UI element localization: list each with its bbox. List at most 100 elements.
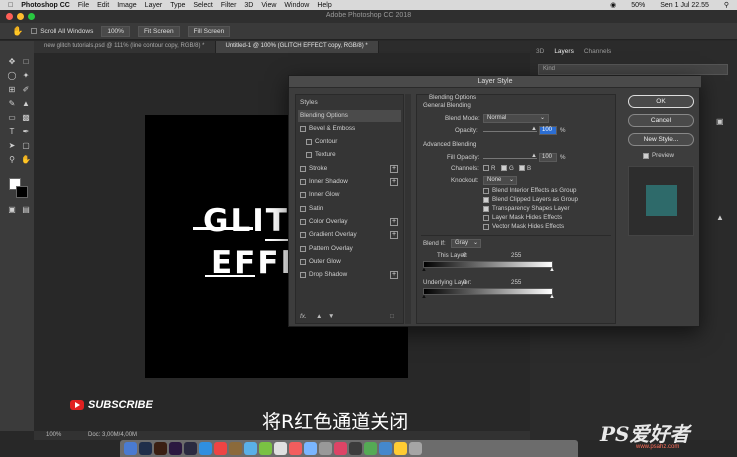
vector-mask-hides-checkbox[interactable] bbox=[483, 224, 489, 230]
wifi-icon[interactable]: ◉ bbox=[610, 1, 616, 9]
menu-window[interactable]: Window bbox=[284, 2, 309, 9]
blend-interior-checkbox[interactable] bbox=[483, 188, 489, 194]
fit-screen-button[interactable]: Fit Screen bbox=[137, 25, 180, 37]
channel-r-checkbox[interactable] bbox=[483, 165, 489, 171]
fx-contour[interactable]: Contour bbox=[298, 136, 401, 148]
menu-filter[interactable]: Filter bbox=[221, 2, 237, 9]
search-icon[interactable]: ⚲ bbox=[724, 1, 729, 9]
lasso-tool-icon[interactable]: ◯ bbox=[6, 71, 18, 81]
after-effects-icon[interactable] bbox=[184, 442, 197, 455]
menu-3d[interactable]: 3D bbox=[244, 2, 253, 9]
fx-gradient-overlay[interactable]: Gradient Overlay + bbox=[298, 229, 401, 241]
stickies-icon[interactable] bbox=[394, 442, 407, 455]
fx-inner-glow[interactable]: Inner Glow bbox=[298, 189, 401, 201]
menu-help[interactable]: Help bbox=[317, 2, 331, 9]
zoom-level[interactable]: 100% bbox=[46, 432, 61, 438]
path-select-icon[interactable]: ➤ bbox=[6, 141, 18, 151]
app-store-icon[interactable] bbox=[304, 442, 317, 455]
knockout-select[interactable]: None ⌄ bbox=[483, 176, 517, 185]
safari-icon[interactable] bbox=[199, 442, 212, 455]
transparency-shapes-checkbox[interactable] bbox=[483, 206, 489, 212]
maps-icon[interactable] bbox=[379, 442, 392, 455]
tab-glitch-tutorials[interactable]: new glitch tutorials.psd @ 111% (line co… bbox=[34, 41, 216, 53]
illustrator-icon[interactable] bbox=[154, 442, 167, 455]
shape-tool-icon[interactable]: ▢ bbox=[20, 141, 32, 151]
fx-drop-shadow[interactable]: Drop Shadow + bbox=[298, 269, 401, 281]
music-icon[interactable] bbox=[289, 442, 302, 455]
zoom-tool-icon[interactable]: ⚲ bbox=[6, 155, 18, 165]
fx-bevel-emboss[interactable]: Bevel & Emboss bbox=[298, 123, 401, 135]
finder-icon[interactable] bbox=[124, 442, 137, 455]
calendar-icon[interactable] bbox=[274, 442, 287, 455]
subscribe-badge[interactable]: SUBSCRIBE bbox=[70, 399, 153, 411]
facetime-icon[interactable] bbox=[364, 442, 377, 455]
magic-wand-icon[interactable]: ✦ bbox=[20, 71, 32, 81]
layer-mask-hides-checkbox[interactable] bbox=[483, 215, 489, 221]
menu-image[interactable]: Image bbox=[117, 2, 136, 9]
underlying-black-thumb[interactable]: ▲ bbox=[421, 294, 427, 300]
cancel-button[interactable]: Cancel bbox=[628, 114, 694, 127]
new-style-button[interactable]: New Style... bbox=[628, 133, 694, 146]
lock-icon[interactable]: ▲ bbox=[716, 213, 724, 222]
styles-header[interactable]: Styles bbox=[300, 99, 318, 106]
type-tool-icon[interactable]: T bbox=[6, 127, 18, 137]
clock[interactable]: Sen 1 Jul 22.55 bbox=[660, 2, 709, 9]
fill-opacity-input[interactable]: 100 bbox=[539, 153, 557, 162]
fill-opacity-thumb[interactable]: ▲ bbox=[531, 153, 537, 159]
tab-untitled-1[interactable]: Untitled-1 @ 100% (GLITCH EFFECT copy, R… bbox=[215, 41, 379, 53]
fill-opacity-slider[interactable] bbox=[483, 158, 537, 159]
pen-tool-icon[interactable]: ✒ bbox=[20, 127, 32, 137]
premiere-icon[interactable] bbox=[169, 442, 182, 455]
layer-filter-field[interactable]: Kind bbox=[538, 64, 728, 75]
photoshop-icon[interactable] bbox=[139, 442, 152, 455]
opacity-slider[interactable] bbox=[483, 131, 537, 132]
ok-button[interactable]: OK bbox=[628, 95, 694, 108]
menu-edit[interactable]: Edit bbox=[97, 2, 109, 9]
fx-pattern-overlay[interactable]: Pattern Overlay bbox=[298, 243, 401, 255]
stamp-tool-icon[interactable]: ▲ bbox=[20, 99, 32, 109]
hand-tool-icon[interactable]: ✋ bbox=[20, 155, 32, 165]
styles-scrollbar[interactable] bbox=[405, 94, 411, 324]
opacity-input[interactable]: 100 bbox=[539, 126, 557, 135]
fx-outer-glow[interactable]: Outer Glow bbox=[298, 256, 401, 268]
trash-icon[interactable] bbox=[409, 442, 422, 455]
opacity-slider-thumb[interactable]: ▲ bbox=[531, 126, 537, 132]
this-layer-white-thumb[interactable]: ▲ bbox=[549, 267, 555, 273]
blend-mode-select[interactable]: Normal ⌄ bbox=[483, 114, 549, 123]
move-up-icon[interactable]: ▲ bbox=[316, 313, 322, 320]
app-menu[interactable]: Photoshop CC bbox=[21, 2, 70, 9]
fx-menu-button[interactable]: fx. bbox=[300, 313, 307, 320]
this-layer-gradient[interactable] bbox=[423, 261, 553, 268]
move-down-icon[interactable]: ▼ bbox=[328, 313, 334, 320]
menu-view[interactable]: View bbox=[261, 2, 276, 9]
battery-percent[interactable]: 50% bbox=[631, 2, 645, 9]
notes-icon[interactable] bbox=[229, 442, 242, 455]
apple-icon[interactable]:  bbox=[8, 2, 13, 9]
crop-tool-icon[interactable]: ⊞ bbox=[6, 85, 18, 95]
underlying-gradient[interactable] bbox=[423, 288, 553, 295]
background-color-swatch[interactable] bbox=[16, 186, 28, 198]
layer-side-icon[interactable]: ▣ bbox=[716, 117, 724, 126]
blend-clipped-checkbox[interactable] bbox=[483, 197, 489, 203]
menu-type[interactable]: Type bbox=[170, 2, 185, 9]
fx-texture[interactable]: Texture bbox=[298, 149, 401, 161]
screen-mode-icon[interactable]: ▤ bbox=[20, 205, 32, 215]
menu-layer[interactable]: Layer bbox=[145, 2, 163, 9]
chrome-icon[interactable] bbox=[214, 442, 227, 455]
eyedropper-icon[interactable]: ✐ bbox=[20, 85, 32, 95]
brush-tool-icon[interactable]: ✎ bbox=[6, 99, 18, 109]
underlying-white-thumb[interactable]: ▲ bbox=[549, 294, 555, 300]
hand-tool-icon[interactable]: ✋ bbox=[12, 26, 23, 37]
tab-3d[interactable]: 3D bbox=[536, 48, 544, 55]
artboard-tool-icon[interactable]: □ bbox=[20, 57, 32, 67]
fx-satin[interactable]: Satin bbox=[298, 203, 401, 215]
channel-g-checkbox[interactable] bbox=[501, 165, 507, 171]
terminal-icon[interactable] bbox=[349, 442, 362, 455]
this-layer-black-thumb[interactable]: ▲ bbox=[421, 267, 427, 273]
quick-mask-icon[interactable]: ▣ bbox=[6, 205, 18, 215]
fx-color-overlay[interactable]: Color Overlay + bbox=[298, 216, 401, 228]
settings-icon[interactable] bbox=[319, 442, 332, 455]
scroll-all-windows-checkbox[interactable]: Scroll All Windows bbox=[31, 28, 93, 35]
fx-blending-options[interactable]: Blending Options bbox=[298, 110, 401, 122]
channel-b-checkbox[interactable] bbox=[519, 165, 525, 171]
